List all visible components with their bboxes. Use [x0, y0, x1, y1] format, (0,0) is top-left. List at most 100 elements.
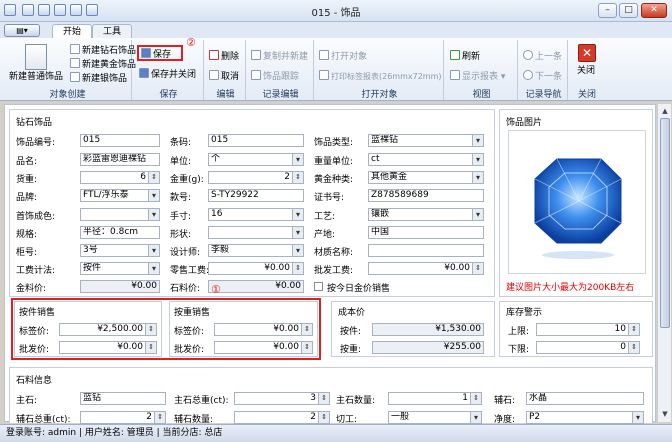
- daily-gold-checkbox[interactable]: [314, 282, 323, 291]
- stone-price-input[interactable]: ¥0.00: [208, 280, 304, 293]
- delete-button[interactable]: 删除: [209, 50, 239, 63]
- label-label-price: 标签价:: [174, 327, 205, 337]
- new-gold-button[interactable]: 新建黄金饰品: [70, 58, 136, 71]
- ribbon-tab-bar: ▤▾ 开始 工具: [0, 22, 672, 39]
- new-jewelry-button[interactable]: 新建普通饰品: [6, 44, 66, 83]
- piece-wholesale-price-stepper[interactable]: ¥0.00: [59, 341, 157, 354]
- refresh-icon: [450, 50, 460, 60]
- aux-qty-stepper[interactable]: 2: [234, 411, 330, 424]
- type-select[interactable]: 蓝裸钻: [368, 134, 484, 147]
- cut-select[interactable]: 一般: [388, 411, 482, 424]
- main-weight-stepper[interactable]: 3: [234, 392, 330, 405]
- vertical-scrollbar[interactable]: ▲ ▼: [657, 104, 671, 422]
- panel-title: 成本价: [338, 308, 366, 318]
- main-stone-input[interactable]: 蓝钻: [80, 392, 166, 405]
- scroll-up-icon[interactable]: ▲: [660, 106, 670, 116]
- group-label: 记录编辑: [262, 90, 299, 100]
- designer-select[interactable]: 李毅: [208, 244, 304, 257]
- labor-method-select[interactable]: 按件: [80, 262, 160, 275]
- app-menu-button[interactable]: ▤▾: [4, 24, 40, 37]
- group-label: 记录导航: [525, 90, 562, 100]
- aux-weight-stepper[interactable]: 2: [80, 411, 166, 424]
- weight-label-price-stepper[interactable]: ¥0.00: [214, 323, 313, 336]
- stock-upper-stepper[interactable]: 10: [536, 323, 640, 336]
- code-input[interactable]: 015: [80, 134, 160, 147]
- spec-input[interactable]: 半径：0.8cm: [80, 226, 160, 239]
- new-diamond-button[interactable]: 新建钻石饰品: [70, 44, 136, 57]
- form-content: 钻石饰品 饰品编号: 品名: 货重: 品牌: 首饰成色: 规格: 柜号: 工费计…: [4, 104, 656, 425]
- refresh-button[interactable]: 刷新: [450, 50, 480, 63]
- origin-input[interactable]: 中国: [368, 226, 484, 239]
- qty-stepper[interactable]: 6: [80, 171, 160, 184]
- cancel-button[interactable]: 取消: [209, 70, 239, 83]
- scroll-down-icon[interactable]: ▼: [660, 409, 670, 419]
- clarity-select[interactable]: P2: [526, 411, 644, 424]
- label-main-stone: 主石:: [16, 396, 38, 406]
- image-panel: 饰品图片 建议图片大小最大为200KB左右: [499, 109, 653, 297]
- title-bar: 015 - 饰品 – □ ✕: [0, 0, 672, 22]
- main-qty-stepper[interactable]: 1: [388, 392, 482, 405]
- prev-record-button[interactable]: 上一条: [523, 50, 562, 63]
- counter-select[interactable]: 3号: [80, 244, 160, 257]
- aux-stone-input[interactable]: 水晶: [526, 392, 644, 405]
- stock-lower-stepper[interactable]: 0: [536, 341, 640, 354]
- label-labor-method: 工费计法:: [16, 266, 56, 276]
- panel-title: 饰品图片: [506, 118, 543, 128]
- save-close-button[interactable]: 保存并关闭: [139, 68, 196, 81]
- group-label: 关闭: [577, 90, 596, 100]
- group-label: 编辑: [216, 90, 235, 100]
- unit-select[interactable]: 个: [208, 153, 304, 166]
- barcode-input[interactable]: 015: [208, 134, 304, 147]
- cost-weight-input[interactable]: ¥255.00: [372, 341, 484, 354]
- tab-start[interactable]: 开始: [52, 24, 93, 39]
- print-label-button[interactable]: 打印标签报表(26mmx72mm): [319, 70, 442, 82]
- brand-select[interactable]: FTL/浮乐泰: [80, 189, 160, 202]
- material-input[interactable]: [368, 244, 484, 257]
- show-report-button[interactable]: 显示报表 ▾: [450, 70, 505, 83]
- group-save: 保存 ② 保存并关闭 保存: [134, 36, 204, 100]
- gold-price-input[interactable]: ¥0.00: [80, 280, 160, 293]
- maximize-button[interactable]: □: [619, 3, 638, 18]
- document-icon: [70, 58, 80, 68]
- minimize-button[interactable]: –: [598, 3, 617, 18]
- style-input[interactable]: S-TY29922: [208, 189, 304, 202]
- next-record-button[interactable]: 下一条: [523, 70, 562, 83]
- gold-weight-stepper[interactable]: 2: [208, 171, 304, 184]
- annotation-1: ①: [211, 283, 221, 296]
- color-select[interactable]: [80, 208, 160, 221]
- group-nav: 上一条 下一条 记录导航: [520, 40, 568, 100]
- cost-panel: 成本价 按件: 按重: ¥1,530.00 ¥255.00: [331, 301, 495, 357]
- ribbon: 新建普通饰品 新建钻石饰品 新建黄金饰品 新建银饰品 对象创建 保存 ② 保存并…: [0, 36, 672, 101]
- tab-tools[interactable]: 工具: [92, 24, 133, 39]
- shape-select[interactable]: [208, 226, 304, 239]
- label-barcode: 条码:: [170, 138, 192, 148]
- cost-piece-input[interactable]: ¥1,530.00: [372, 323, 484, 336]
- jewelry-image[interactable]: [508, 130, 646, 274]
- piece-label-price-stepper[interactable]: ¥2,500.00: [59, 323, 157, 336]
- down-arrow-icon: [523, 70, 533, 80]
- copy-new-button[interactable]: 复制并新建: [251, 50, 308, 63]
- window-close-button[interactable]: ✕: [641, 3, 667, 18]
- weight-wholesale-price-stepper[interactable]: ¥0.00: [214, 341, 313, 354]
- stone-panel: 石料信息 主石: 蓝钻 主石总重(ct): 3 主石数量: 1 辅石: 水晶 辅…: [9, 367, 653, 425]
- printer-icon: [319, 70, 329, 80]
- save-button[interactable]: 保存: [137, 45, 183, 61]
- retail-labor-stepper[interactable]: ¥0.00: [208, 262, 304, 275]
- wholesale-labor-stepper[interactable]: ¥0.00: [368, 262, 484, 275]
- label-gold-price: 金料价:: [16, 284, 47, 294]
- panel-title: 按件销售: [19, 308, 56, 318]
- open-object-button[interactable]: 打开对象: [319, 50, 367, 63]
- folder-icon: [319, 50, 329, 60]
- craft-select[interactable]: 镶嵌: [368, 208, 484, 221]
- new-silver-button[interactable]: 新建银饰品: [70, 72, 127, 85]
- delete-x-icon: [209, 50, 219, 60]
- trace-button[interactable]: 饰品跟踪: [251, 70, 299, 83]
- gold-type-select[interactable]: 其他黄金: [368, 171, 484, 184]
- cert-input[interactable]: Z878589689: [368, 189, 484, 202]
- scroll-thumb[interactable]: [660, 118, 670, 328]
- name-input[interactable]: 彩蓝雷恩迪裸钻: [80, 153, 160, 166]
- hand-select[interactable]: 16: [208, 208, 304, 221]
- label-type: 饰品类型:: [314, 138, 354, 148]
- new-document-icon: [25, 44, 47, 70]
- weight-unit-select[interactable]: ct: [368, 153, 484, 166]
